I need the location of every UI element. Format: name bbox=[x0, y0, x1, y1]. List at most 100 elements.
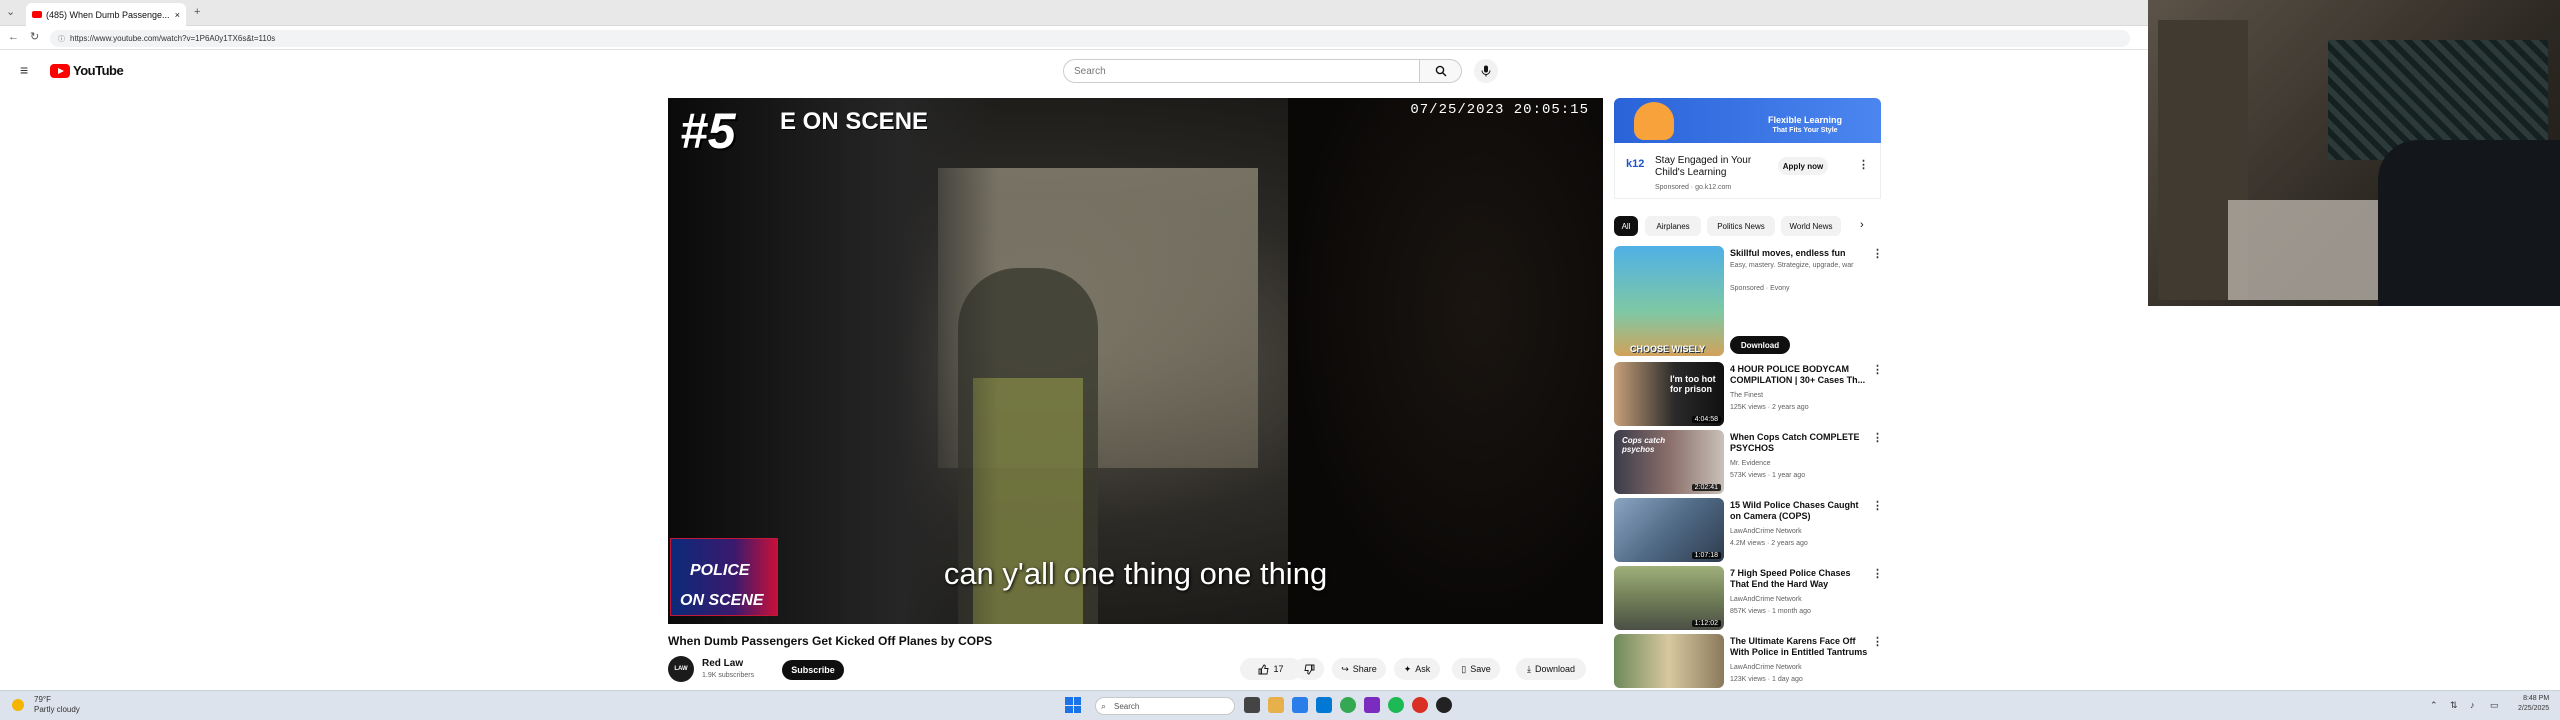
network-icon[interactable]: ⇅ bbox=[2450, 700, 2458, 711]
save-label: Save bbox=[1470, 664, 1491, 674]
rec-description: Easy, mastery. Strategize, upgrade, war bbox=[1730, 262, 1854, 269]
file-explorer-icon[interactable] bbox=[1268, 697, 1284, 713]
rec-channel[interactable]: LawAndCrime Network bbox=[1730, 596, 1802, 603]
chrome-icon[interactable] bbox=[1340, 697, 1356, 713]
search-button[interactable] bbox=[1420, 59, 1462, 83]
hamburger-menu-icon[interactable]: ≡ bbox=[20, 62, 28, 78]
bookmark-icon: ▯ bbox=[1461, 663, 1467, 674]
video-caption: can y'all one thing one thing bbox=[943, 556, 1328, 591]
rec-channel[interactable]: LawAndCrime Network bbox=[1730, 528, 1802, 535]
search-icon bbox=[1435, 65, 1446, 77]
ask-label: Ask bbox=[1415, 664, 1431, 674]
like-button[interactable]: 17 bbox=[1240, 658, 1302, 680]
browser-tab-active[interactable]: (485) When Dumb Passenge... × bbox=[26, 3, 186, 26]
rec-thumbnail[interactable]: I'm too hot for prison 4:04:58 bbox=[1614, 362, 1724, 426]
spotify-icon[interactable] bbox=[1388, 697, 1404, 713]
rec-title[interactable]: When Cops Catch COMPLETE PSYCHOS bbox=[1730, 432, 1870, 454]
microsoft-store-icon[interactable] bbox=[1316, 697, 1332, 713]
chip-world-news[interactable]: World News bbox=[1781, 216, 1841, 236]
subscriber-count: 1.9K subscribers bbox=[702, 672, 755, 679]
windows-start-icon[interactable] bbox=[1065, 697, 1081, 713]
back-arrow-icon[interactable]: ← bbox=[8, 32, 19, 43]
share-icon: ↪ bbox=[1341, 663, 1349, 674]
thumbs-up-icon bbox=[1259, 664, 1270, 674]
chip-airplanes[interactable]: Airplanes bbox=[1645, 216, 1701, 236]
rec-thumbnail[interactable]: CHOOSE WISELY bbox=[1614, 246, 1724, 356]
rec-more-icon[interactable]: ⋮ bbox=[1872, 499, 1883, 512]
subscribe-button[interactable]: Subscribe bbox=[782, 660, 844, 680]
video-frame-foreground-person bbox=[1288, 98, 1603, 624]
search-placeholder: Search bbox=[1074, 65, 1106, 77]
rec-title[interactable]: 7 High Speed Police Chases That End the … bbox=[1730, 568, 1870, 590]
like-count: 17 bbox=[1273, 664, 1284, 674]
system-clock[interactable]: 8:48 PM 2/25/2025 bbox=[2518, 694, 2549, 714]
rec-meta: 4.2M views · 2 years ago bbox=[1730, 540, 1808, 547]
rec-thumbnail[interactable]: Cops catch psychos 2:02:41 bbox=[1614, 430, 1724, 494]
rec-meta: 857K views · 1 month ago bbox=[1730, 608, 1811, 615]
tab-list-chevron-icon[interactable]: ⌄ bbox=[6, 7, 15, 18]
edge-browser-icon[interactable] bbox=[1292, 697, 1308, 713]
reload-icon[interactable]: ↻ bbox=[30, 32, 39, 43]
battery-icon[interactable]: ▭ bbox=[2490, 700, 2499, 711]
rec-title[interactable]: Skillful moves, endless fun bbox=[1730, 248, 1870, 259]
rec-thumbnail-text: CHOOSE WISELY bbox=[1630, 344, 1706, 354]
taskbar-search-label: Search bbox=[1114, 701, 1140, 711]
new-tab-button[interactable]: + bbox=[194, 7, 200, 18]
share-button[interactable]: ↪ Share bbox=[1332, 658, 1386, 680]
taskbar-search[interactable]: ⌕ Search bbox=[1095, 697, 1235, 715]
rec-thumbnail-text: I'm too hot for prison bbox=[1670, 374, 1716, 394]
ad-title[interactable]: Stay Engaged in Your Child's Learning bbox=[1655, 155, 1770, 179]
address-bar[interactable]: ⓘ https://www.youtube.com/watch?v=1P6A0y… bbox=[50, 30, 2130, 47]
youtube-play-icon bbox=[50, 63, 70, 78]
ad-banner[interactable]: Flexible Learning That Fits Your Style bbox=[1614, 98, 1881, 143]
rec-title[interactable]: 4 HOUR POLICE BODYCAM COMPILATION | 30+ … bbox=[1730, 364, 1870, 386]
search-input[interactable]: Search bbox=[1063, 59, 1420, 83]
app-icon[interactable] bbox=[1412, 697, 1428, 713]
ask-button[interactable]: ✦ Ask bbox=[1394, 658, 1440, 680]
tab-close-icon[interactable]: × bbox=[175, 10, 180, 20]
ad-logo: k12 bbox=[1626, 158, 1645, 170]
rec-thumbnail-text: Cops catch psychos bbox=[1622, 436, 1666, 454]
chips-next-chevron-icon[interactable]: › bbox=[1860, 219, 1864, 231]
tray-chevron-icon[interactable]: ⌃ bbox=[2430, 700, 2438, 711]
rec-channel[interactable]: LawAndCrime Network bbox=[1730, 664, 1802, 671]
channel-avatar[interactable]: LAW bbox=[668, 656, 694, 682]
ad-apply-button[interactable]: Apply now bbox=[1778, 157, 1828, 175]
rec-more-icon[interactable]: ⋮ bbox=[1872, 567, 1883, 580]
voice-search-button[interactable] bbox=[1474, 59, 1498, 83]
rec-thumbnail[interactable]: 1:07:18 bbox=[1614, 498, 1724, 562]
rec-more-icon[interactable]: ⋮ bbox=[1872, 431, 1883, 444]
rec-more-icon[interactable]: ⋮ bbox=[1872, 247, 1883, 260]
task-view-icon[interactable] bbox=[1244, 697, 1260, 713]
ad-more-icon[interactable]: ⋮ bbox=[1858, 158, 1869, 171]
video-player[interactable]: #5 E ON SCENE 07/25/2023 20:05:15 POLICE… bbox=[668, 98, 1603, 624]
rec-duration: 1:07:18 bbox=[1691, 552, 1721, 559]
download-button[interactable]: ⤓ Download bbox=[1516, 658, 1586, 680]
save-button[interactable]: ▯ Save bbox=[1452, 658, 1500, 680]
rec-more-icon[interactable]: ⋮ bbox=[1872, 635, 1883, 648]
obs-icon[interactable] bbox=[1436, 697, 1452, 713]
rec-thumbnail[interactable] bbox=[1614, 634, 1724, 688]
weather-widget[interactable]: 79°F Partly cloudy bbox=[12, 695, 80, 715]
site-info-icon[interactable]: ⓘ bbox=[58, 34, 65, 44]
chip-politics-news[interactable]: Politics News bbox=[1707, 216, 1775, 236]
rec-download-button[interactable]: Download bbox=[1730, 336, 1790, 354]
clock-date: 2/25/2025 bbox=[2518, 705, 2550, 712]
rec-channel[interactable]: The Finest bbox=[1730, 392, 1763, 399]
rec-channel[interactable]: Mr. Evidence bbox=[1730, 460, 1770, 467]
video-title: When Dumb Passengers Get Kicked Off Plan… bbox=[668, 634, 993, 648]
app-icon[interactable] bbox=[1364, 697, 1380, 713]
rec-meta: 573K views · 1 year ago bbox=[1730, 472, 1806, 479]
volume-icon[interactable]: ♪ bbox=[2470, 700, 2475, 710]
youtube-favicon-icon bbox=[32, 11, 42, 18]
rec-more-icon[interactable]: ⋮ bbox=[1872, 363, 1883, 376]
thumbs-down-icon bbox=[1303, 664, 1314, 674]
rec-thumbnail[interactable]: 1:12:02 bbox=[1614, 566, 1724, 630]
rec-title[interactable]: 15 Wild Police Chases Caught on Camera (… bbox=[1730, 500, 1870, 522]
dislike-button[interactable] bbox=[1294, 658, 1324, 680]
channel-name[interactable]: Red Law bbox=[702, 658, 743, 669]
youtube-logo[interactable]: YouTube bbox=[50, 63, 124, 78]
chip-all[interactable]: All bbox=[1614, 216, 1638, 236]
rec-title[interactable]: The Ultimate Karens Face Off With Police… bbox=[1730, 636, 1870, 658]
url-text: https://www.youtube.com/watch?v=1P6A0y1T… bbox=[70, 34, 276, 43]
